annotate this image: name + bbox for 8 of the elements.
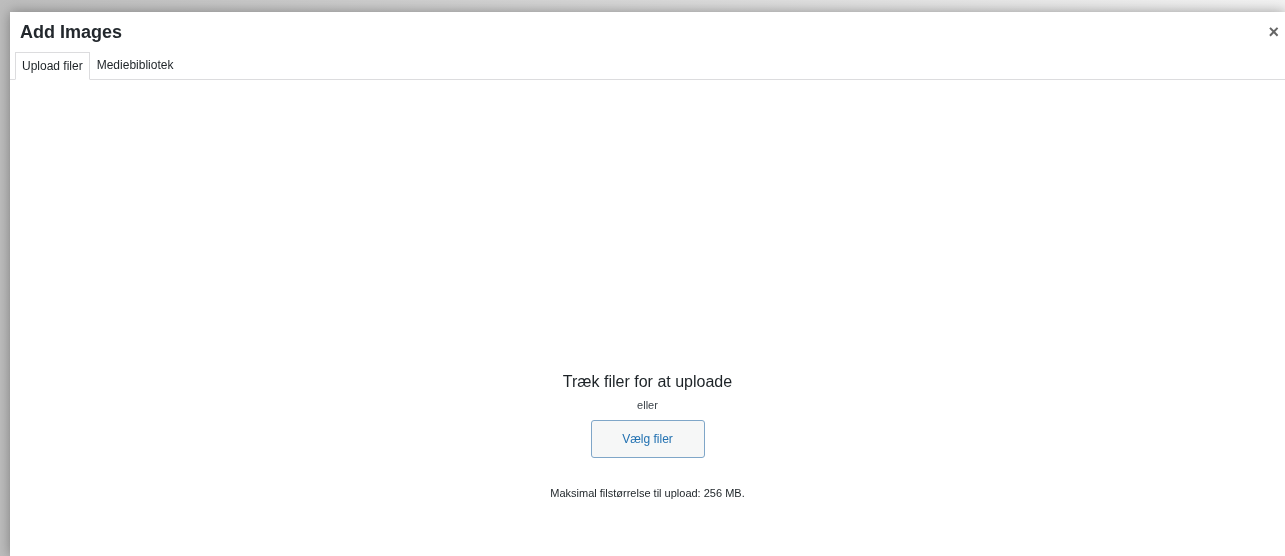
drop-heading: Træk filer for at uploade: [562, 372, 733, 392]
select-files-button[interactable]: Vælg filer: [590, 419, 705, 458]
tab[interactable]: Upload filer: [15, 52, 90, 80]
or-label: eller: [637, 398, 658, 413]
dialog-title: Add Images: [20, 20, 123, 44]
tab[interactable]: Mediebibliotek: [89, 51, 181, 79]
max-size-note: Maksimal filstørrelse til upload: 256 MB.: [550, 485, 745, 501]
close-button[interactable]: ×: [1266, 23, 1281, 41]
